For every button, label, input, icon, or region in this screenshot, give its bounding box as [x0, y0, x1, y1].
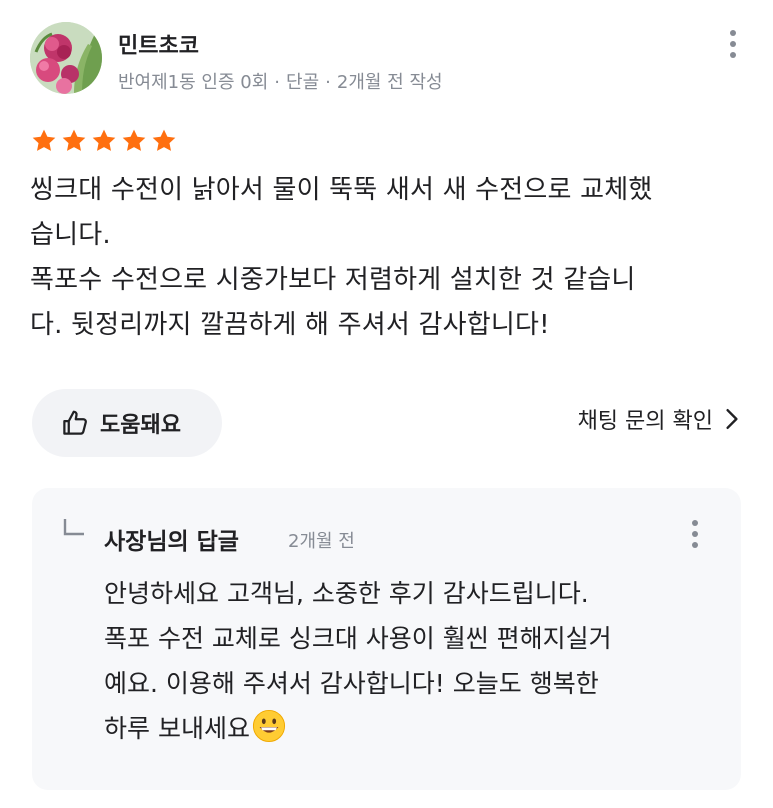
separator-dot: ·: [325, 72, 331, 93]
star-icon: [152, 129, 176, 151]
helpful-label: 도움돼요: [100, 413, 181, 438]
star-icon: [32, 129, 56, 151]
review-line: 씽크대 수전이 낡아서 물이 뚝뚝 새서 새 수전으로 교체했: [30, 175, 653, 205]
more-vertical-icon[interactable]: [683, 516, 707, 556]
owner-reply-card: 사장님의 답글 2개월 전 안녕하세요 고객님, 소중한 후기 감사드립니다. …: [32, 488, 741, 790]
reply-corner-icon: [63, 519, 84, 536]
chat-inquiry-link[interactable]: 채팅 문의 확인: [578, 403, 741, 435]
thumbs-up-icon: [63, 410, 87, 435]
review-line: 폭포수 수전으로 시중가보다 저렴하게 설치한 것 같습니: [30, 265, 636, 295]
star-icon: [122, 129, 146, 151]
reply-line: 안녕하세요 고객님, 소중한 후기 감사드립니다.: [104, 579, 589, 608]
review-time: 2개월 전 작성: [336, 72, 443, 93]
star-rating: [30, 127, 178, 157]
avatar[interactable]: [30, 22, 102, 94]
review-line: 다. 뒷정리까지 깔끔하게 해 주셔서 감사합니다!: [30, 310, 550, 340]
separator-dot: ·: [274, 72, 281, 93]
reply-line-last: 하루 보내세요: [104, 706, 714, 751]
review-text: 씽크대 수전이 낡아서 물이 뚝뚝 새서 새 수전으로 교체했 습니다. 폭포수…: [30, 168, 745, 348]
chevron-right-icon: [726, 408, 738, 430]
owner-reply-label: 사장님의 답글: [104, 529, 239, 555]
reply-line: 하루 보내세요: [104, 714, 250, 743]
star-icon: [62, 129, 86, 151]
helpful-button[interactable]: 도움돼요: [32, 389, 222, 457]
author-name[interactable]: 민트초코: [118, 28, 199, 60]
reply-text: 안녕하세요 고객님, 소중한 후기 감사드립니다. 폭포 수전 교체로 싱크대 …: [104, 571, 714, 751]
more-vertical-icon[interactable]: [721, 26, 745, 66]
reply-line: 폭포 수전 교체로 싱크대 사용이 훨씬 편해지실거: [104, 624, 612, 653]
reply-time: 2개월 전: [288, 531, 355, 552]
regular-badge: 단골: [286, 72, 320, 93]
reply-line: 예요. 이용해 주셔서 감사합니다! 오늘도 행복한: [104, 669, 599, 698]
review-line: 습니다.: [30, 220, 111, 250]
location-verification: 반여제1동 인증 0회: [118, 72, 269, 93]
chat-link-label: 채팅 문의 확인: [577, 409, 713, 434]
star-icon: [92, 129, 116, 151]
author-meta: 반여제1동 인증 0회 · 단골 · 2개월 전 작성: [118, 68, 443, 94]
review-header: 민트초코 반여제1동 인증 0회 · 단골 · 2개월 전 작성: [30, 22, 745, 98]
grinning-face-emoji: [252, 709, 286, 743]
